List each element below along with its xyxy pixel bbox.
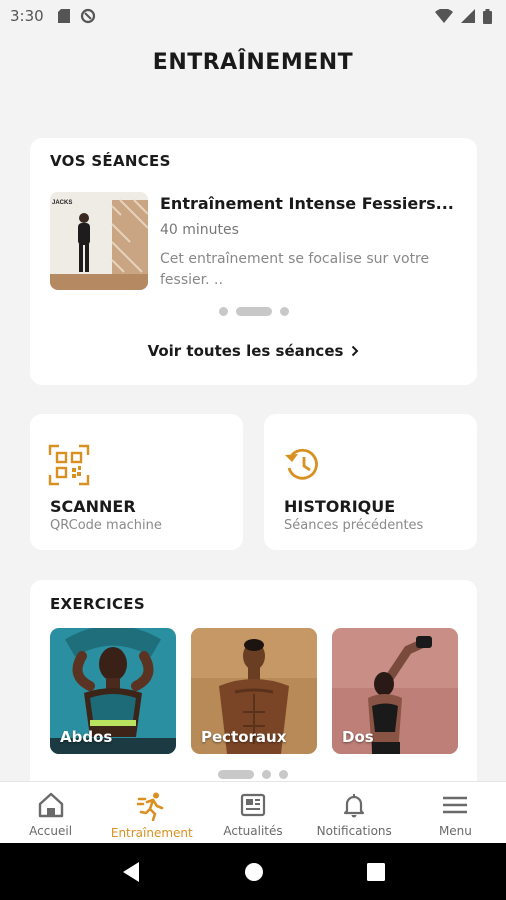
carousel-dot bbox=[219, 307, 228, 316]
exercise-tile-back[interactable]: Dos bbox=[332, 628, 458, 754]
status-time: 3:30 bbox=[10, 7, 44, 25]
exercises-card: EXERCICES Abdos Pectoraux Dos bbox=[30, 580, 477, 810]
nav-label: Notifications bbox=[316, 824, 392, 838]
qr-code-icon bbox=[48, 444, 90, 486]
recents-icon[interactable] bbox=[366, 862, 385, 881]
wifi-icon bbox=[435, 9, 453, 23]
scanner-card[interactable]: SCANNER QRCode machine bbox=[30, 414, 243, 550]
status-bar: 3:30 bbox=[0, 0, 506, 32]
see-all-label: Voir toutes les séances bbox=[147, 342, 344, 360]
nav-item-actualites[interactable]: Actualités bbox=[202, 782, 303, 843]
nav-item-menu[interactable]: Menu bbox=[405, 782, 506, 843]
running-icon bbox=[136, 792, 164, 821]
exercise-tile-chest[interactable]: Pectoraux bbox=[191, 628, 317, 754]
menu-icon bbox=[443, 796, 468, 814]
chevron-right-icon bbox=[352, 345, 359, 357]
page-title: ENTRAÎNEMENT bbox=[152, 50, 354, 75]
see-all-sessions-link[interactable]: Voir toutes les séances bbox=[30, 342, 477, 360]
session-description: Cet entraînement se focalise sur votre f… bbox=[160, 251, 430, 288]
carousel-dot bbox=[262, 770, 271, 779]
exercise-tile-abs[interactable]: Abdos bbox=[50, 628, 176, 754]
nav-label: Menu bbox=[438, 824, 472, 838]
nav-label: Actualités bbox=[223, 824, 283, 838]
carousel-dot-active bbox=[236, 307, 272, 316]
exercises-heading: EXERCICES bbox=[50, 595, 145, 613]
session-thumbnail[interactable]: JACKS bbox=[50, 192, 148, 290]
nav-item-notifications[interactable]: Notifications bbox=[304, 782, 405, 843]
home-icon bbox=[38, 792, 63, 818]
session-title[interactable]: Entraînement Intense Fessiers... bbox=[160, 194, 460, 213]
nav-label: Accueil bbox=[29, 824, 73, 838]
news-icon bbox=[240, 793, 266, 817]
exercise-label: Abdos bbox=[60, 728, 113, 746]
exercise-label: Dos bbox=[342, 728, 374, 746]
session-thumb-caption: JACKS bbox=[52, 200, 72, 206]
bottom-navigation: Accueil Entraînement Actualités Notifica… bbox=[0, 781, 506, 843]
nav-item-entrainement[interactable]: Entraînement bbox=[101, 782, 202, 843]
exercises-carousel-indicator bbox=[218, 770, 288, 779]
history-title: HISTORIQUE bbox=[284, 497, 396, 516]
battery-icon bbox=[483, 8, 492, 24]
bell-icon bbox=[344, 794, 365, 818]
scanner-title: SCANNER bbox=[50, 497, 136, 516]
back-icon[interactable] bbox=[121, 861, 141, 883]
nav-item-accueil[interactable]: Accueil bbox=[0, 782, 101, 843]
sd-card-icon bbox=[57, 9, 70, 23]
sessions-carousel-indicator bbox=[219, 307, 289, 316]
carousel-dot-active bbox=[218, 770, 254, 779]
history-subtitle: Séances précédentes bbox=[284, 518, 424, 533]
exercise-label: Pectoraux bbox=[201, 728, 287, 746]
sessions-card: VOS SÉANCES JACKS Entraînement Intense F… bbox=[30, 138, 477, 385]
session-duration: 40 minutes bbox=[160, 222, 239, 238]
sessions-heading: VOS SÉANCES bbox=[50, 152, 171, 170]
scanner-subtitle: QRCode machine bbox=[50, 518, 162, 533]
history-icon bbox=[285, 448, 318, 480]
data-saver-icon bbox=[80, 8, 95, 24]
home-circle-icon[interactable] bbox=[244, 862, 264, 882]
carousel-dot bbox=[280, 307, 289, 316]
nav-label: Entraînement bbox=[110, 826, 193, 840]
history-card[interactable]: HISTORIQUE Séances précédentes bbox=[264, 414, 477, 550]
signal-icon bbox=[461, 9, 475, 23]
carousel-dot bbox=[279, 770, 288, 779]
system-navigation-bar bbox=[0, 843, 506, 900]
